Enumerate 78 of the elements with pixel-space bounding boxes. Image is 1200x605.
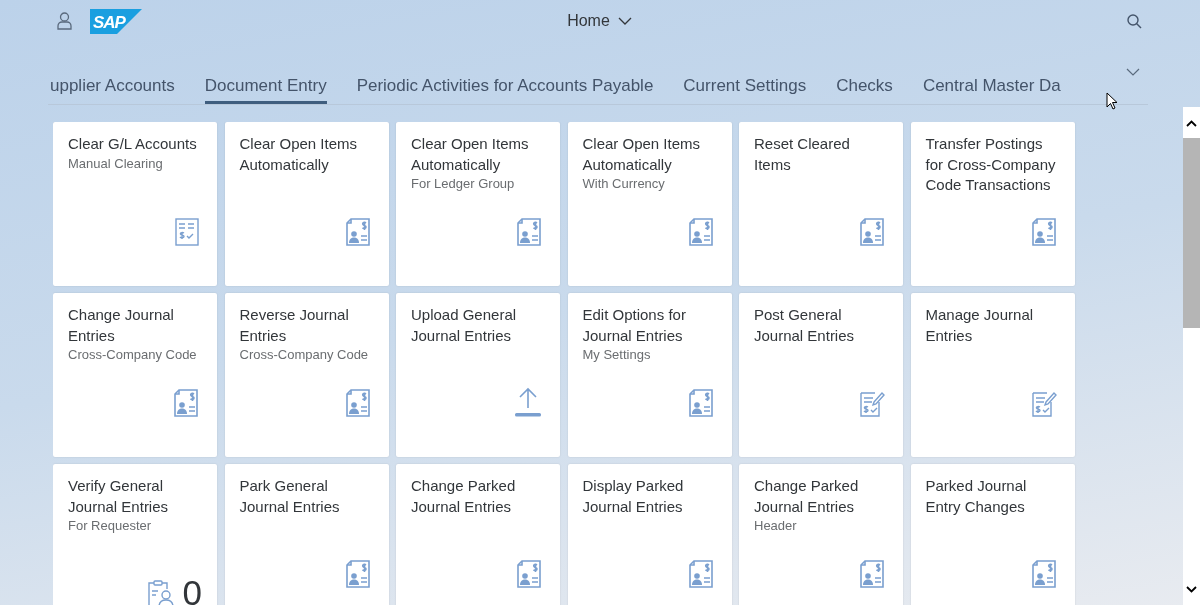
app-tile[interactable]: Reverse Journal Entries Cross-Company Code — [224, 293, 389, 457]
tab[interactable]: Central Master Da — [922, 52, 1061, 104]
checklist-dollar-icon — [175, 218, 199, 246]
tile-subtitle: Cross-Company Code — [68, 347, 198, 362]
tab[interactable]: Periodic Activities for Accounts Payable — [356, 52, 654, 104]
tile-title: Edit Options for Journal Entries — [582, 305, 687, 346]
app-tile[interactable]: Reset Cleared Items — [739, 122, 903, 286]
scroll-up-icon[interactable] — [1186, 120, 1197, 127]
app-tile[interactable]: Clear Open Items Automatically With Currency — [567, 122, 732, 286]
tile-title: Upload General Journal Entries — [411, 305, 518, 346]
tile-subtitle: Header — [754, 518, 798, 533]
tile-title: Transfer Postings for Cross-Company Code Transactions — [925, 134, 1057, 195]
app-tile[interactable]: Transfer Postings for Cross-Company Code Transactions — [910, 122, 1075, 286]
tile-subtitle: My Settings — [582, 347, 652, 362]
app-tile[interactable]: Parked Journal Entry Changes — [910, 464, 1075, 605]
tile-subtitle: With Currency — [582, 176, 666, 191]
tile-title: Park General Journal Entries — [239, 476, 341, 517]
home-menu-button[interactable]: Home — [567, 12, 632, 30]
app-tile[interactable]: Park General Journal Entries — [224, 464, 389, 605]
tile-subtitle: Manual Clearing — [68, 155, 164, 171]
app-tile[interactable]: Change Journal Entries Cross-Company Code — [53, 293, 217, 457]
invoice-person-icon — [344, 218, 371, 246]
tab[interactable]: Checks — [836, 52, 893, 104]
tab[interactable]: Document Entry — [204, 52, 327, 104]
tile-title: Reverse Journal Entries — [239, 305, 350, 346]
tab[interactable]: Current Settings — [683, 52, 807, 104]
tile-title: Clear Open Items Automatically — [239, 134, 359, 175]
app-tile[interactable]: Verify General Journal Entries For Requester 0 — [53, 464, 217, 605]
invoice-person-icon — [344, 389, 371, 417]
user-icon[interactable] — [57, 12, 72, 30]
upload-icon — [514, 387, 542, 417]
invoice-person-icon — [687, 560, 714, 588]
tile-title: Change Parked Journal Entries — [411, 476, 517, 517]
document-pencil-icon — [1030, 389, 1057, 417]
app-tile[interactable]: Edit Options for Journal Entries My Settings — [567, 293, 732, 457]
invoice-person-icon — [859, 560, 885, 588]
tile-subtitle: Cross-Company Code — [239, 347, 370, 362]
search-icon[interactable] — [1127, 13, 1142, 29]
tile-subtitle: For Ledger Group — [411, 176, 516, 191]
app-tile[interactable]: Change Parked Journal Entries — [396, 464, 560, 605]
tile-count: 0 — [182, 578, 202, 605]
chevron-down-icon[interactable] — [1126, 68, 1140, 76]
invoice-person-icon — [344, 560, 371, 588]
scrollbar-thumb[interactable] — [1183, 138, 1200, 328]
app-tile[interactable]: Post General Journal Entries — [739, 293, 903, 457]
chevron-down-icon — [617, 17, 632, 25]
invoice-person-icon — [687, 218, 714, 246]
tile-subtitle: For Requester — [68, 518, 153, 533]
document-pencil-icon — [859, 389, 885, 417]
app-tile[interactable]: Clear Open Items Automatically For Ledger Group — [396, 122, 560, 286]
invoice-person-icon — [859, 218, 885, 246]
tile-title: Reset Cleared Items — [754, 134, 851, 175]
tile-title: Manage Journal Entries — [925, 305, 1035, 346]
app-tile[interactable]: Display Parked Journal Entries — [567, 464, 732, 605]
app-tile[interactable]: Clear Open Items Automatically — [224, 122, 389, 286]
scroll-down-icon[interactable] — [1186, 586, 1197, 593]
tile-title: Clear G/L Accounts — [68, 134, 198, 154]
invoice-person-icon — [1030, 560, 1057, 588]
invoice-person-icon — [173, 389, 199, 417]
tile-title: Parked Journal Entry Changes — [925, 476, 1028, 517]
tile-title: Post General Journal Entries — [754, 305, 856, 346]
tile-title: Clear Open Items Automatically — [582, 134, 702, 175]
app-tile[interactable]: Upload General Journal Entries — [396, 293, 560, 457]
invoice-person-icon — [516, 218, 542, 246]
tile-title: Change Journal Entries — [68, 305, 175, 346]
tab[interactable]: upplier Accounts — [50, 52, 175, 104]
tile-title: Clear Open Items Automatically — [411, 134, 530, 175]
app-tile[interactable]: Manage Journal Entries — [910, 293, 1075, 457]
tile-title: Verify General Journal Entries — [68, 476, 170, 517]
tile-title: Change Parked Journal Entries — [754, 476, 860, 517]
invoice-person-icon — [516, 560, 542, 588]
scrollbar[interactable] — [1183, 107, 1200, 605]
tile-title: Display Parked Journal Entries — [582, 476, 685, 517]
app-tile[interactable]: Clear G/L Accounts Manual Clearing — [53, 122, 217, 286]
app-tile[interactable]: Change Parked Journal Entries Header — [739, 464, 903, 605]
invoice-person-icon — [1030, 218, 1057, 246]
mouse-cursor-icon — [1106, 92, 1118, 110]
invoice-person-icon — [687, 389, 714, 417]
